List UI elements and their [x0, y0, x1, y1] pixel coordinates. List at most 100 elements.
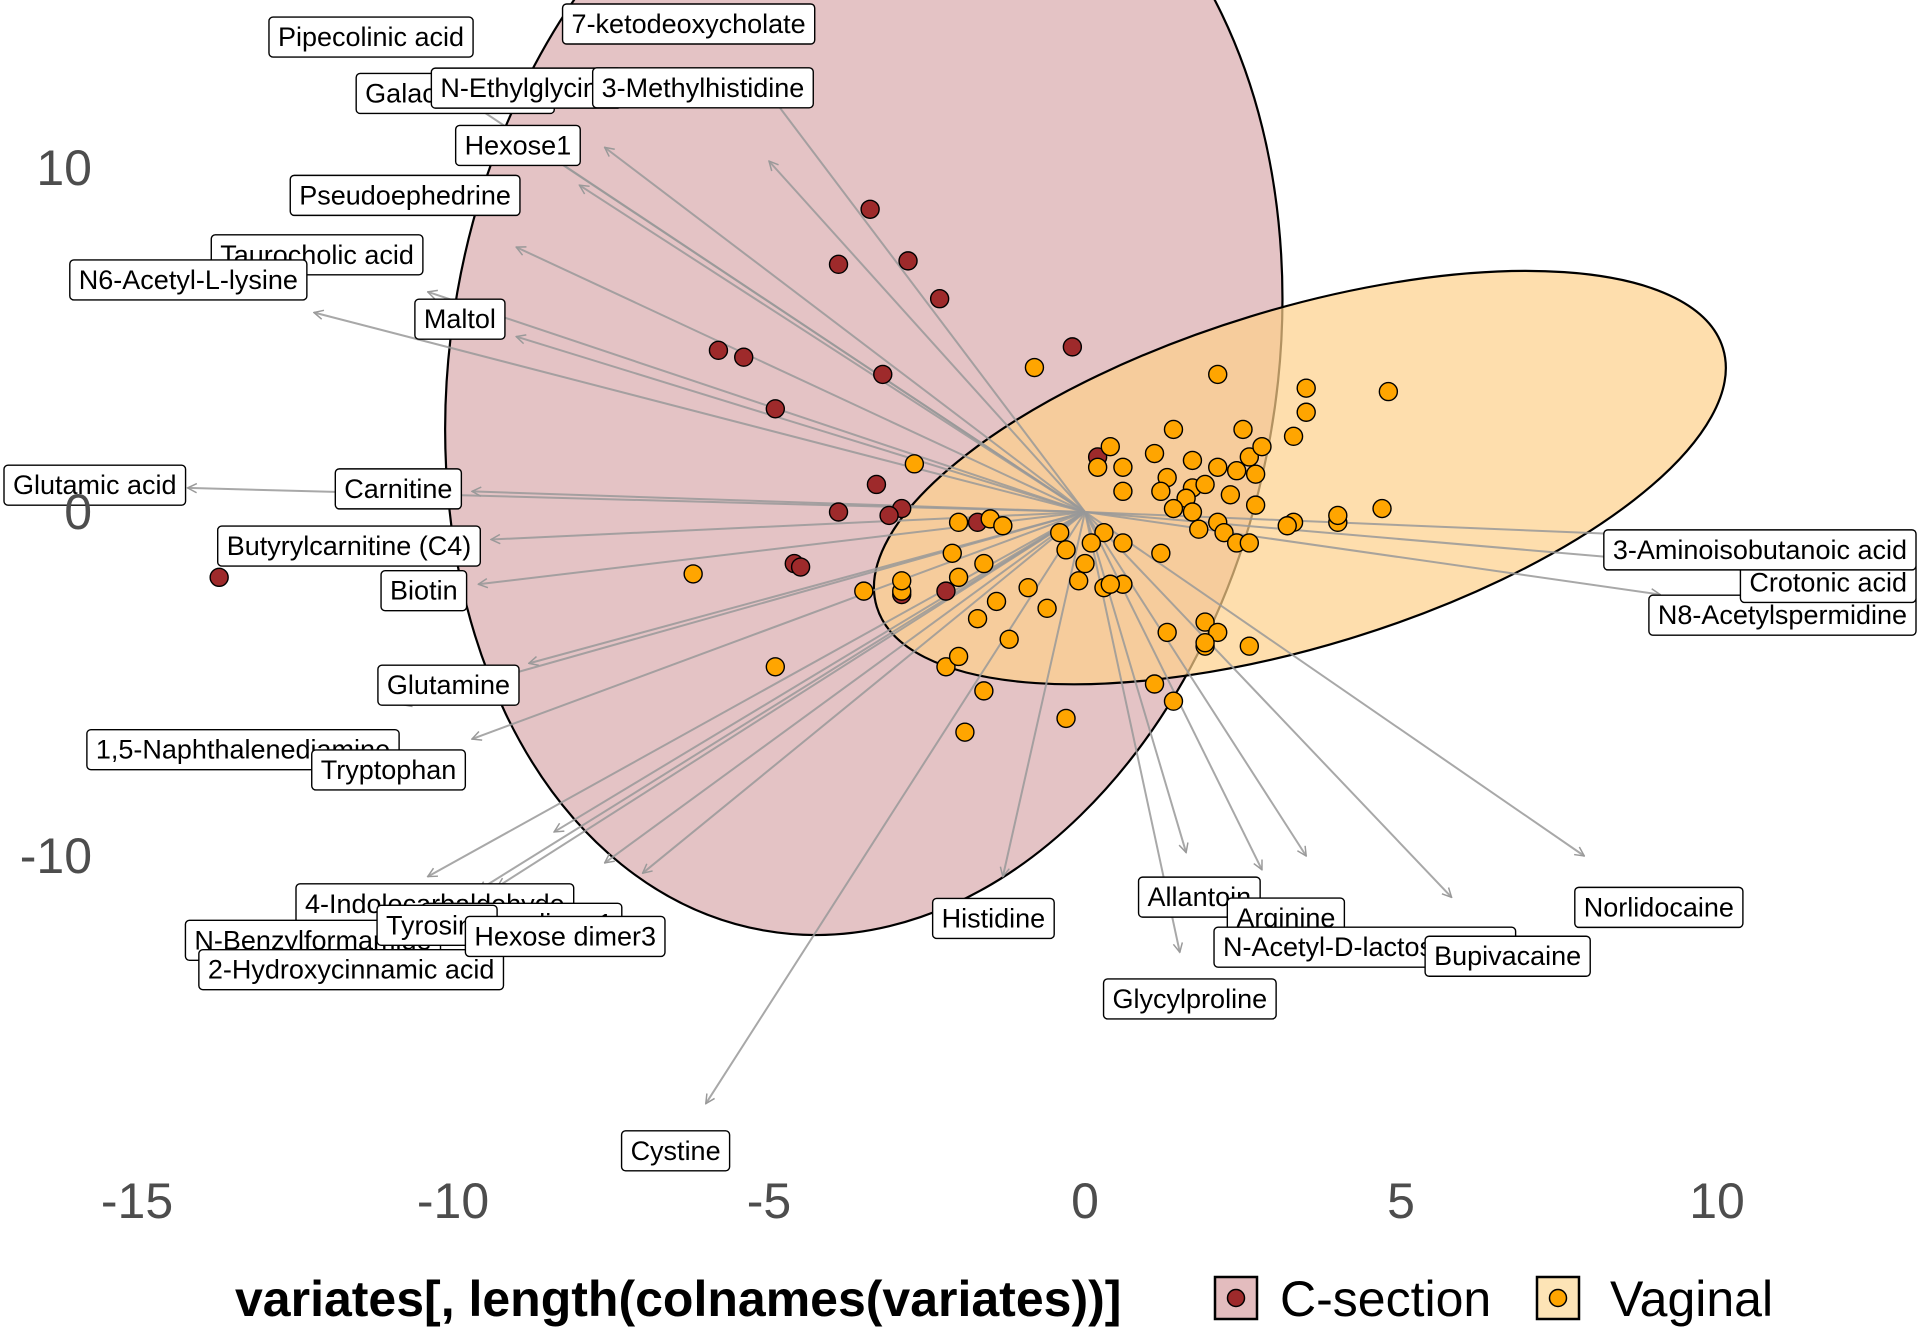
point-vaginal — [1239, 533, 1260, 553]
label-text-pipecolinic-acid: Pipecolinic acid — [278, 22, 464, 52]
label-7-ketodeoxycholate: 7-ketodeoxycholate — [561, 3, 816, 45]
point-vaginal — [942, 543, 962, 563]
label-text-norlidocaine: Norlidocaine — [1584, 892, 1734, 922]
label-text-hexose1: Hexose1 — [465, 130, 572, 160]
point-vaginal — [974, 553, 994, 574]
point-vaginal — [967, 608, 988, 629]
point-vaginal — [948, 512, 969, 533]
point-vaginal — [1050, 522, 1070, 543]
label-text-histidine: Histidine — [942, 903, 1046, 933]
label-text-bupivacaine: Bupivacaine — [1434, 941, 1581, 971]
point-c-section — [734, 347, 754, 367]
point-vaginal — [986, 591, 1007, 612]
point-vaginal — [1277, 516, 1297, 536]
point-vaginal — [1182, 450, 1203, 471]
label-biotin: Biotin — [380, 570, 468, 612]
point-vaginal — [1144, 674, 1165, 694]
legend-label-vaginal: Vaginal — [1610, 1271, 1773, 1327]
label-glutamic-acid: Glutamic acid — [3, 464, 187, 506]
legend-point-c-section — [1226, 1288, 1246, 1308]
point-vaginal — [1208, 364, 1228, 385]
point-vaginal — [1163, 691, 1184, 711]
label-2-hydroxycinnamic-acid: 2-Hydroxycinnamic acid — [198, 948, 505, 991]
x-tick-label: 5 — [1387, 1173, 1415, 1229]
point-c-section — [873, 364, 893, 385]
point-vaginal — [1087, 457, 1108, 477]
point-vaginal — [1372, 498, 1392, 519]
point-vaginal — [765, 657, 786, 677]
point-vaginal — [1195, 633, 1215, 653]
point-vaginal — [683, 564, 703, 584]
label-text-pseudoephedrine: Pseudoephedrine — [299, 180, 511, 210]
point-c-section — [936, 581, 956, 601]
point-c-section — [828, 254, 849, 275]
point-vaginal — [1100, 436, 1120, 457]
label-text-tryptophan: Tryptophan — [321, 755, 457, 785]
point-vaginal — [1113, 457, 1133, 477]
label-hexose1: Hexose1 — [454, 124, 581, 167]
point-vaginal — [955, 722, 975, 742]
point-vaginal — [1075, 553, 1095, 574]
point-c-section — [866, 474, 887, 495]
label-norlidocaine: Norlidocaine — [1574, 886, 1744, 929]
point-c-section — [898, 251, 918, 271]
label-text-2-hydroxycinnamic-acid: 2-Hydroxycinnamic acid — [208, 955, 495, 985]
point-vaginal — [1283, 426, 1304, 447]
label-text-butyrylcarnitine-c4: Butyrylcarnitine (C4) — [227, 531, 472, 561]
y-tick-label: -10 — [20, 828, 92, 884]
point-vaginal — [948, 646, 969, 667]
point-vaginal — [1239, 636, 1260, 656]
label-text-n6-acetyl-l-lysine: N6-Acetyl-L-lysine — [79, 265, 298, 295]
point-vaginal — [1151, 481, 1171, 502]
label-text-glutamic-acid: Glutamic acid — [13, 470, 177, 500]
point-vaginal — [1233, 419, 1253, 440]
point-vaginal — [904, 454, 925, 474]
legend-point-vaginal — [1548, 1288, 1568, 1308]
point-vaginal — [1113, 533, 1133, 553]
point-c-section — [708, 340, 729, 361]
x-tick-label: -10 — [417, 1173, 489, 1229]
legend: variates[, length(colnames(variates))] C… — [235, 1271, 1773, 1327]
point-vaginal — [1252, 436, 1272, 457]
label-text-glycylproline: Glycylproline — [1113, 984, 1268, 1014]
legend-label-c-section: C-section — [1280, 1271, 1491, 1327]
point-vaginal — [948, 567, 969, 588]
point-vaginal — [1100, 574, 1120, 594]
point-c-section — [209, 567, 229, 588]
label-text-cystine: Cystine — [631, 1136, 721, 1166]
label-text-n8-acetylspermidine: N8-Acetylspermidine — [1658, 600, 1907, 630]
biplot-chart: Pipecolinic acid7-ketodeoxycholateGalact… — [0, 0, 1920, 1344]
label-carnitine: Carnitine — [334, 468, 463, 510]
point-vaginal — [1056, 540, 1076, 560]
point-vaginal — [1220, 485, 1241, 505]
point-vaginal — [1081, 533, 1102, 553]
point-vaginal — [1024, 357, 1045, 378]
point-vaginal — [993, 516, 1013, 536]
point-vaginal — [854, 581, 874, 601]
legend-item-vaginal: Vaginal — [1535, 1271, 1773, 1327]
label-text-3-methylhistidine: 3-Methylhistidine — [602, 73, 805, 103]
label-histidine: Histidine — [931, 897, 1055, 940]
x-tick-label: -5 — [747, 1173, 791, 1229]
x-tick-label: 10 — [1689, 1173, 1745, 1229]
point-vaginal — [1182, 502, 1203, 522]
point-vaginal — [1056, 708, 1076, 729]
point-vaginal — [1245, 464, 1266, 484]
label-text-7-ketodeoxycholate: 7-ketodeoxycholate — [572, 9, 806, 39]
label-pseudoephedrine: Pseudoephedrine — [289, 174, 521, 217]
label-text-biotin: Biotin — [390, 576, 458, 606]
point-vaginal — [892, 571, 912, 591]
point-vaginal — [1157, 622, 1177, 643]
point-vaginal — [1163, 498, 1184, 519]
label-pipecolinic-acid: Pipecolinic acid — [268, 16, 474, 58]
point-vaginal — [1328, 505, 1348, 526]
point-c-section — [790, 557, 811, 577]
y-tick-label: 10 — [36, 140, 92, 196]
point-vaginal — [1189, 519, 1209, 539]
label-text-hexose-dimer3: Hexose dimer3 — [474, 921, 656, 951]
point-vaginal — [1018, 577, 1038, 598]
point-vaginal — [1296, 402, 1316, 422]
point-vaginal — [1113, 481, 1133, 502]
label-hexose-dimer3: Hexose dimer3 — [464, 915, 666, 958]
point-vaginal — [1378, 381, 1399, 402]
